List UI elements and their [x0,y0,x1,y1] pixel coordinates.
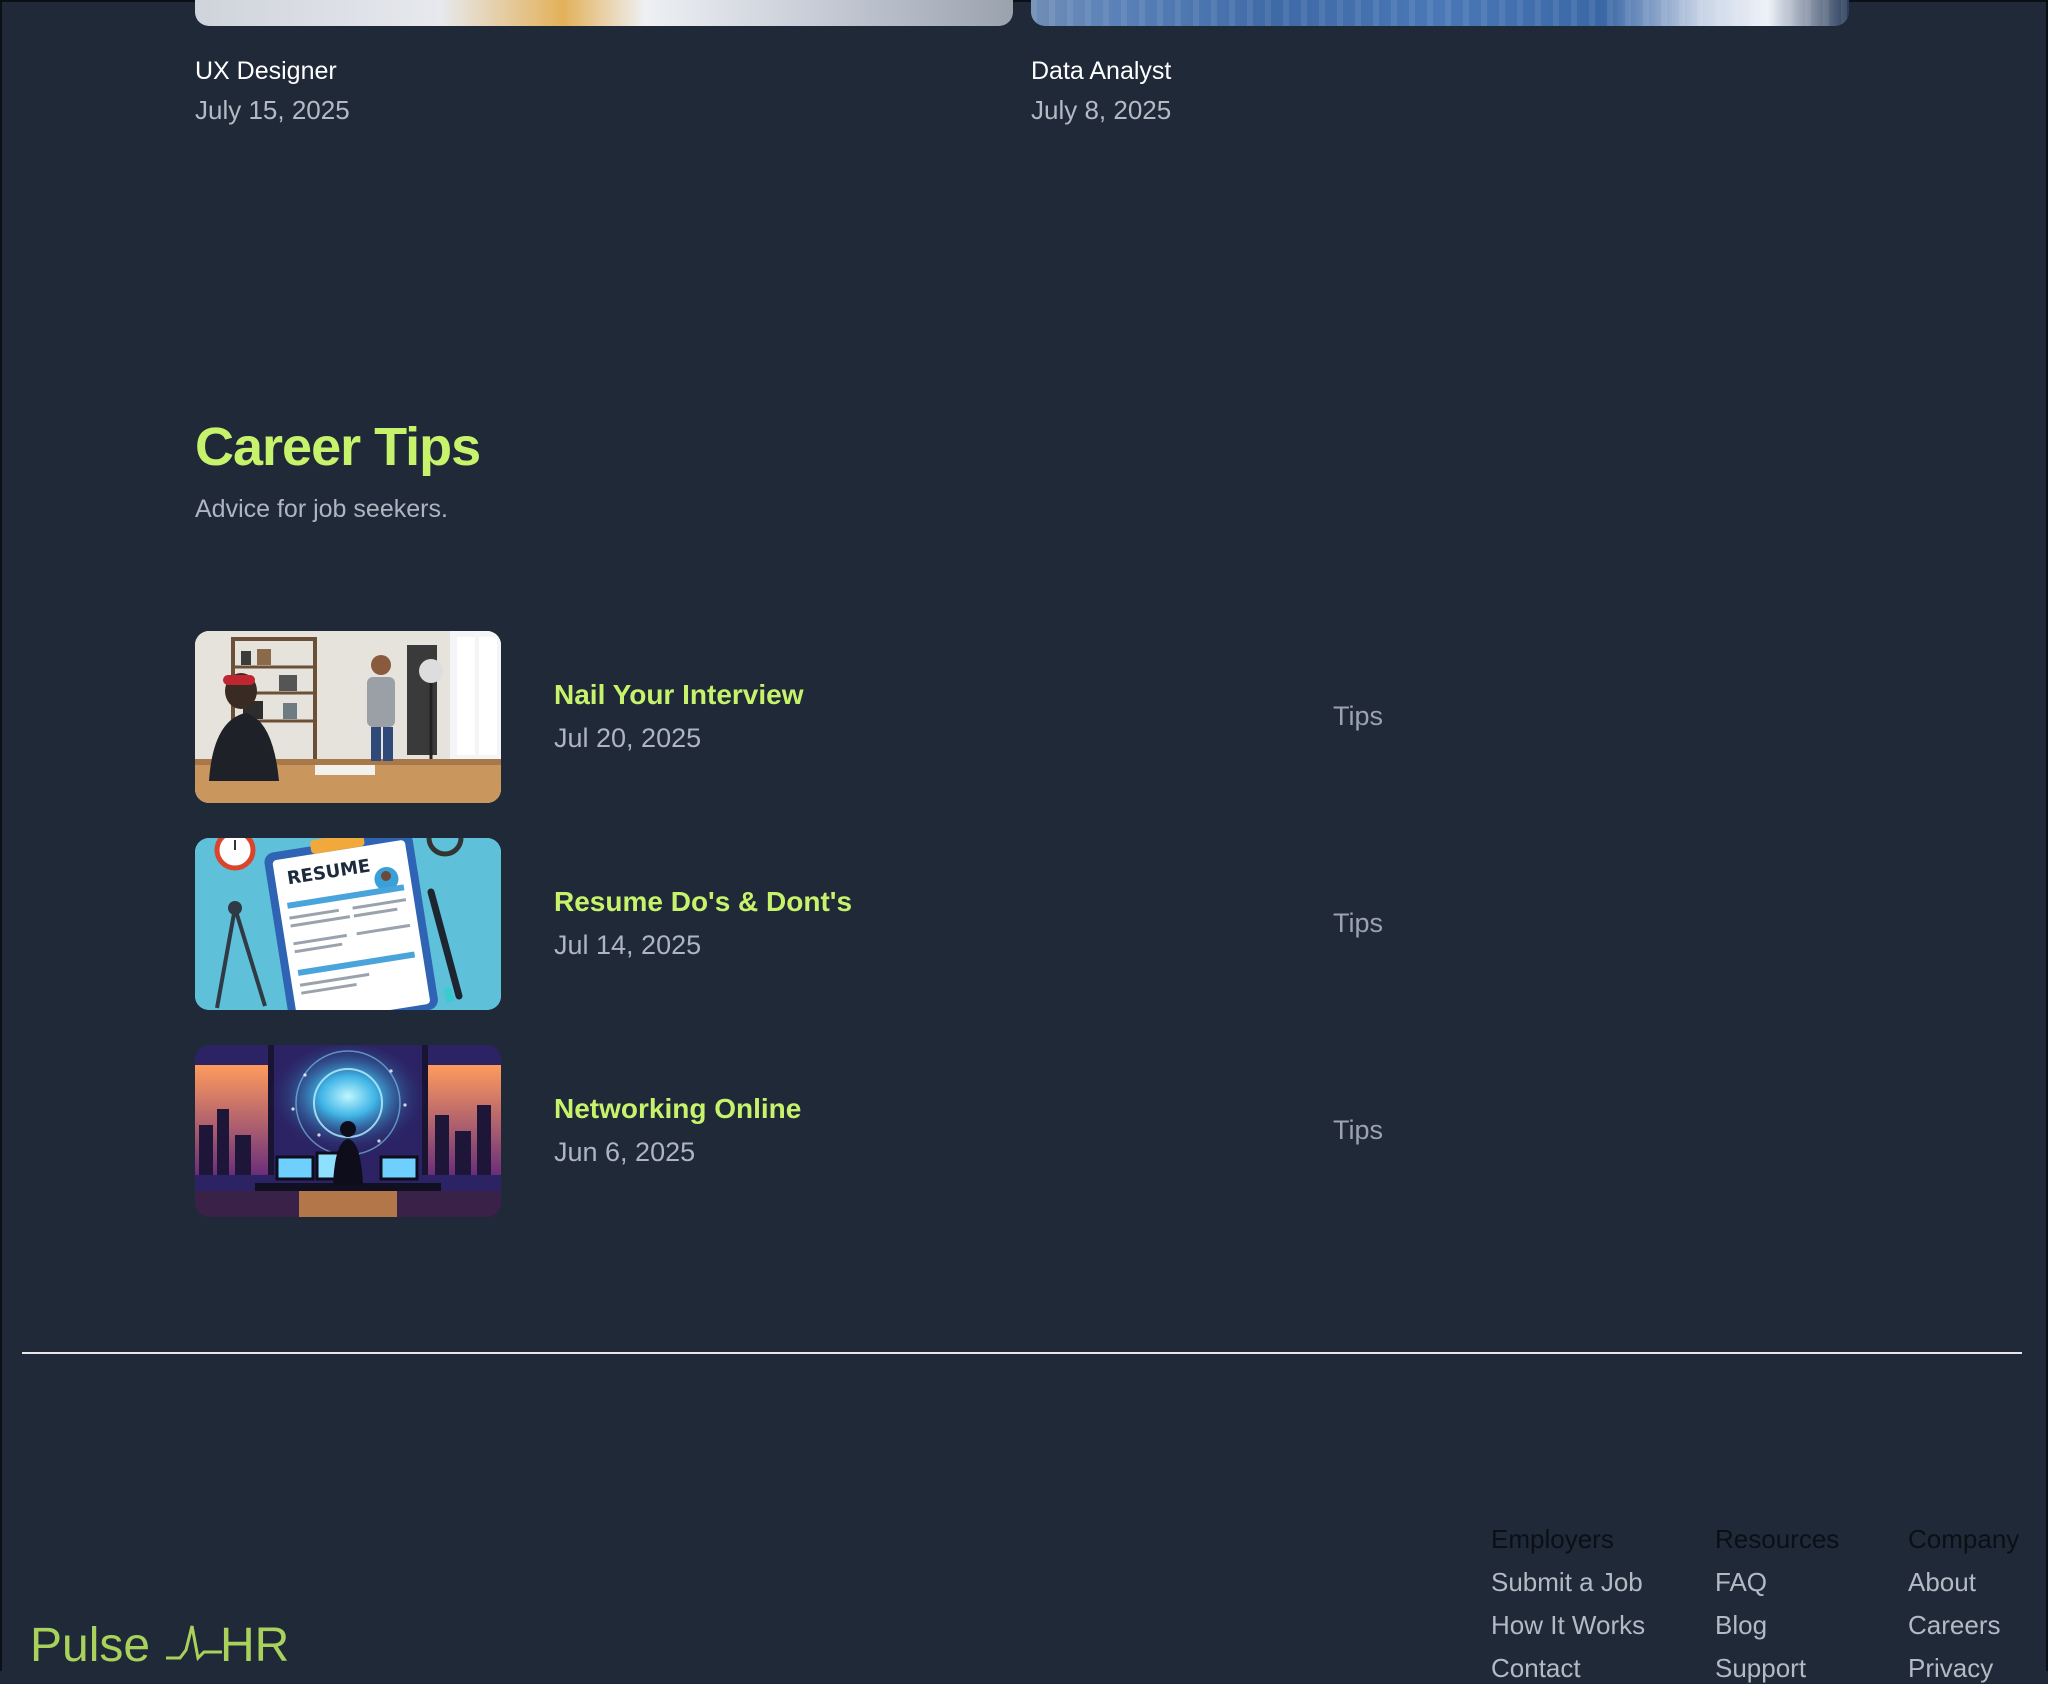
footer-link-how-it-works[interactable]: How It Works [1491,1610,1645,1641]
footer-divider [22,1352,2022,1354]
tip-tag-networking[interactable]: Tips [1333,1115,1383,1146]
tip-title-resume[interactable]: Resume Do's & Dont's [554,886,852,918]
logo-text-hr: HR [220,1619,290,1672]
job-date-data-analyst: July 8, 2025 [1031,95,1172,125]
footer-link-faq[interactable]: FAQ [1715,1567,1767,1598]
tip-title-interview[interactable]: Nail Your Interview [554,679,803,711]
pulsehr-logo[interactable]: Pulse HR [30,1622,290,1682]
footer-link-submit-a-job[interactable]: Submit a Job [1491,1567,1643,1598]
footer-column-title-company: Company [1908,1524,2020,1554]
footer-link-contact[interactable]: Contact [1491,1653,1581,1684]
resume-illustration-thumbnail[interactable]: RESUME [195,838,501,1010]
data-analyst-job-image[interactable] [1031,0,1849,26]
tip-date-resume: Jul 14, 2025 [554,930,702,960]
networking-illustration-image [195,1045,501,1217]
ux-designer-job-image[interactable] [195,0,1013,26]
footer-link-careers[interactable]: Careers [1908,1610,2000,1641]
pulse-wave-icon [166,1625,222,1662]
footer-column-title-employers: Employers [1491,1524,1614,1554]
interview-photo-image [195,631,501,803]
footer-link-blog[interactable]: Blog [1715,1610,1767,1641]
career-tips-subtitle: Advice for job seekers. [195,495,448,523]
resume-illustration-image: RESUME [195,838,501,1010]
tip-tag-interview[interactable]: Tips [1333,701,1383,732]
job-date-ux-designer: July 15, 2025 [195,95,350,125]
tip-title-networking[interactable]: Networking Online [554,1093,801,1125]
interview-photo-thumbnail[interactable] [195,631,501,803]
footer-column-title-resources: Resources [1715,1524,1840,1554]
job-title-data-analyst[interactable]: Data Analyst [1031,57,1171,86]
networking-illustration-thumbnail[interactable] [195,1045,501,1217]
tip-date-networking: Jun 6, 2025 [554,1137,696,1167]
tip-tag-resume[interactable]: Tips [1333,908,1383,939]
footer-link-privacy[interactable]: Privacy [1908,1653,1993,1684]
job-title-ux-designer[interactable]: UX Designer [195,57,337,86]
tip-item-resume[interactable]: RESUME Resume Do's & Dont's Jul 14, 2025… [195,838,1395,1010]
tip-item-networking[interactable]: Networking Online Jun 6, 2025 Tips [195,1045,1395,1217]
tip-date-interview: Jul 20, 2025 [554,723,702,753]
footer-link-support[interactable]: Support [1715,1653,1806,1684]
career-tips-title: Career Tips [195,417,481,477]
tip-item-interview[interactable]: Nail Your Interview Jul 20, 2025 Tips [195,631,1395,803]
logo-text-pulse: Pulse [30,1619,151,1672]
footer-link-about[interactable]: About [1908,1567,1976,1598]
